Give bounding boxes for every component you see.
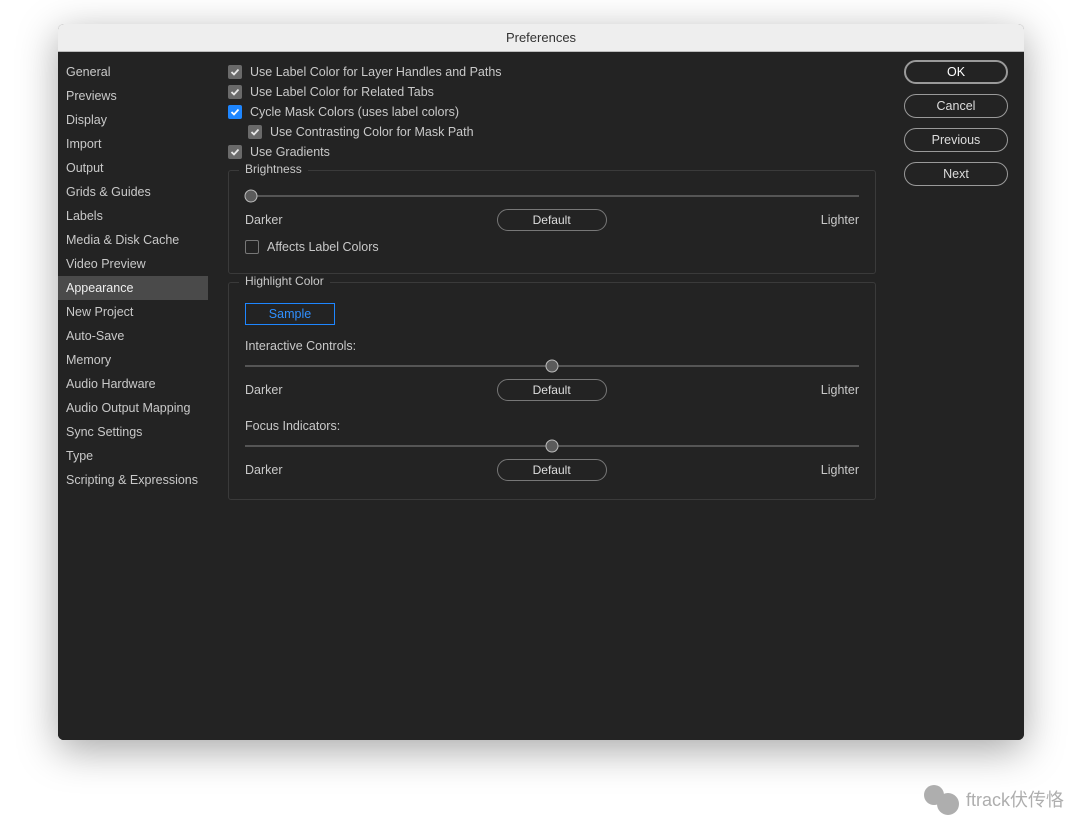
- interactive-slider-labels: Darker Default Lighter: [245, 379, 859, 401]
- wechat-icon: [924, 785, 958, 813]
- brightness-default-button[interactable]: Default: [497, 209, 607, 231]
- ok-button[interactable]: OK: [904, 60, 1008, 84]
- sidebar-item-type[interactable]: Type: [58, 444, 208, 468]
- watermark-text: ftrack伏传恪: [966, 786, 1064, 812]
- sidebar-item-audio-hardware[interactable]: Audio Hardware: [58, 372, 208, 396]
- checkbox-affects-label-colors[interactable]: [245, 240, 259, 254]
- window-title: Preferences: [506, 30, 576, 45]
- dialog-button-column: OK Cancel Previous Next: [904, 52, 1024, 740]
- focus-darker-label: Darker: [245, 463, 283, 477]
- brightness-track-line: [245, 195, 859, 197]
- highlight-legend: Highlight Color: [239, 274, 330, 288]
- interactive-lighter-label: Lighter: [821, 383, 859, 397]
- label-gradients: Use Gradients: [250, 145, 330, 159]
- sidebar-item-display[interactable]: Display: [58, 108, 208, 132]
- preferences-window: Preferences GeneralPreviewsDisplayImport…: [58, 24, 1024, 740]
- window-body: GeneralPreviewsDisplayImportOutputGrids …: [58, 52, 1024, 740]
- sidebar-item-previews[interactable]: Previews: [58, 84, 208, 108]
- brightness-slider-labels: Darker Default Lighter: [245, 209, 859, 231]
- checkbox-label-related-tabs[interactable]: [228, 85, 242, 99]
- focus-lighter-label: Lighter: [821, 463, 859, 477]
- sidebar-item-media-disk-cache[interactable]: Media & Disk Cache: [58, 228, 208, 252]
- brightness-darker-label: Darker: [245, 213, 283, 227]
- sidebar-item-auto-save[interactable]: Auto-Save: [58, 324, 208, 348]
- focus-slider-wrap: Darker Default Lighter: [245, 439, 859, 481]
- checkbox-label-handles[interactable]: [228, 65, 242, 79]
- brightness-group: Brightness Darker Default Lighter Affect…: [228, 170, 876, 274]
- window-titlebar: Preferences: [58, 24, 1024, 52]
- interactive-controls-label: Interactive Controls:: [245, 339, 859, 353]
- checkbox-use-gradients[interactable]: [228, 145, 242, 159]
- sidebar-item-scripting-expressions[interactable]: Scripting & Expressions: [58, 468, 208, 492]
- sidebar-item-output[interactable]: Output: [58, 156, 208, 180]
- row-cycle-mask: Cycle Mask Colors (uses label colors): [228, 102, 900, 122]
- sidebar-item-new-project[interactable]: New Project: [58, 300, 208, 324]
- highlight-sample-button[interactable]: Sample: [245, 303, 335, 325]
- row-affects-label: Affects Label Colors: [245, 237, 859, 257]
- sidebar-item-audio-output-mapping[interactable]: Audio Output Mapping: [58, 396, 208, 420]
- checkbox-cycle-mask-colors[interactable]: [228, 105, 242, 119]
- highlight-group: Highlight Color Sample Interactive Contr…: [228, 282, 876, 500]
- next-button[interactable]: Next: [904, 162, 1008, 186]
- sidebar-item-appearance[interactable]: Appearance: [58, 276, 208, 300]
- sidebar-item-import[interactable]: Import: [58, 132, 208, 156]
- interactive-controls-slider[interactable]: [245, 359, 859, 373]
- interactive-darker-label: Darker: [245, 383, 283, 397]
- sidebar-item-sync-settings[interactable]: Sync Settings: [58, 420, 208, 444]
- watermark: ftrack伏传恪: [924, 785, 1064, 813]
- row-contrast-mask: Use Contrasting Color for Mask Path: [228, 122, 900, 142]
- label-label-tabs: Use Label Color for Related Tabs: [250, 85, 434, 99]
- label-label-handles: Use Label Color for Layer Handles and Pa…: [250, 65, 502, 79]
- brightness-slider-wrap: Darker Default Lighter: [245, 189, 859, 231]
- sidebar-item-memory[interactable]: Memory: [58, 348, 208, 372]
- focus-indicators-label: Focus Indicators:: [245, 419, 859, 433]
- cancel-button[interactable]: Cancel: [904, 94, 1008, 118]
- label-contrast-mask: Use Contrasting Color for Mask Path: [270, 125, 474, 139]
- label-cycle-mask: Cycle Mask Colors (uses label colors): [250, 105, 459, 119]
- brightness-slider[interactable]: [245, 189, 859, 203]
- previous-button[interactable]: Previous: [904, 128, 1008, 152]
- appearance-panel: Use Label Color for Layer Handles and Pa…: [208, 52, 904, 740]
- row-gradients: Use Gradients: [228, 142, 900, 162]
- label-affects-label: Affects Label Colors: [267, 240, 379, 254]
- sidebar-item-general[interactable]: General: [58, 60, 208, 84]
- interactive-slider-wrap: Darker Default Lighter: [245, 359, 859, 401]
- sidebar-item-labels[interactable]: Labels: [58, 204, 208, 228]
- preferences-sidebar: GeneralPreviewsDisplayImportOutputGrids …: [58, 52, 208, 740]
- focus-slider-thumb[interactable]: [546, 440, 559, 453]
- sidebar-item-grids-guides[interactable]: Grids & Guides: [58, 180, 208, 204]
- focus-indicators-slider[interactable]: [245, 439, 859, 453]
- interactive-default-button[interactable]: Default: [497, 379, 607, 401]
- focus-slider-labels: Darker Default Lighter: [245, 459, 859, 481]
- brightness-legend: Brightness: [239, 162, 308, 176]
- interactive-slider-thumb[interactable]: [546, 360, 559, 373]
- row-label-handles: Use Label Color for Layer Handles and Pa…: [228, 62, 900, 82]
- sidebar-item-video-preview[interactable]: Video Preview: [58, 252, 208, 276]
- row-label-tabs: Use Label Color for Related Tabs: [228, 82, 900, 102]
- brightness-slider-thumb[interactable]: [245, 190, 258, 203]
- checkbox-contrasting-mask-path[interactable]: [248, 125, 262, 139]
- focus-default-button[interactable]: Default: [497, 459, 607, 481]
- brightness-lighter-label: Lighter: [821, 213, 859, 227]
